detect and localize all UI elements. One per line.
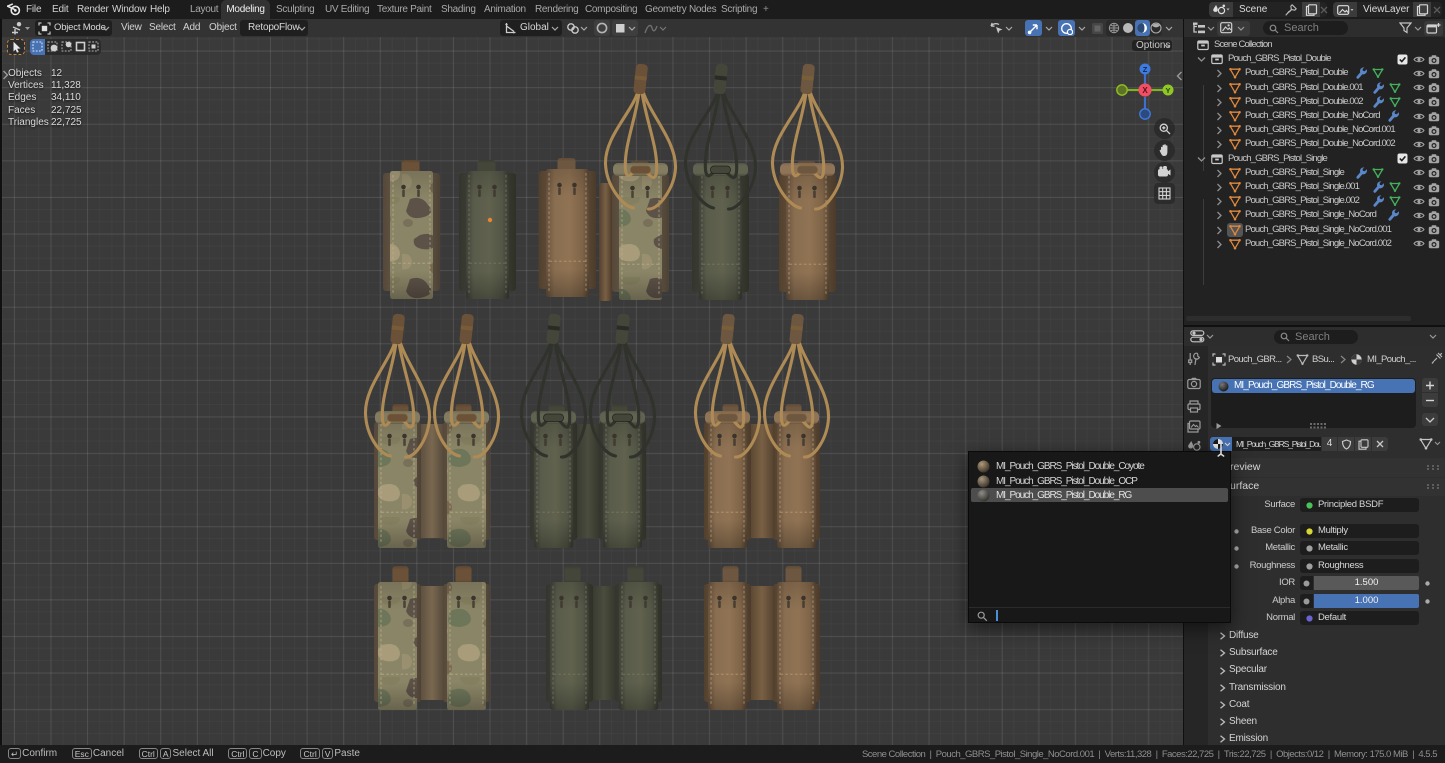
svg-text:X: X xyxy=(1142,86,1148,95)
svg-text:Z: Z xyxy=(1143,65,1148,74)
svg-text:Y: Y xyxy=(1165,86,1170,95)
